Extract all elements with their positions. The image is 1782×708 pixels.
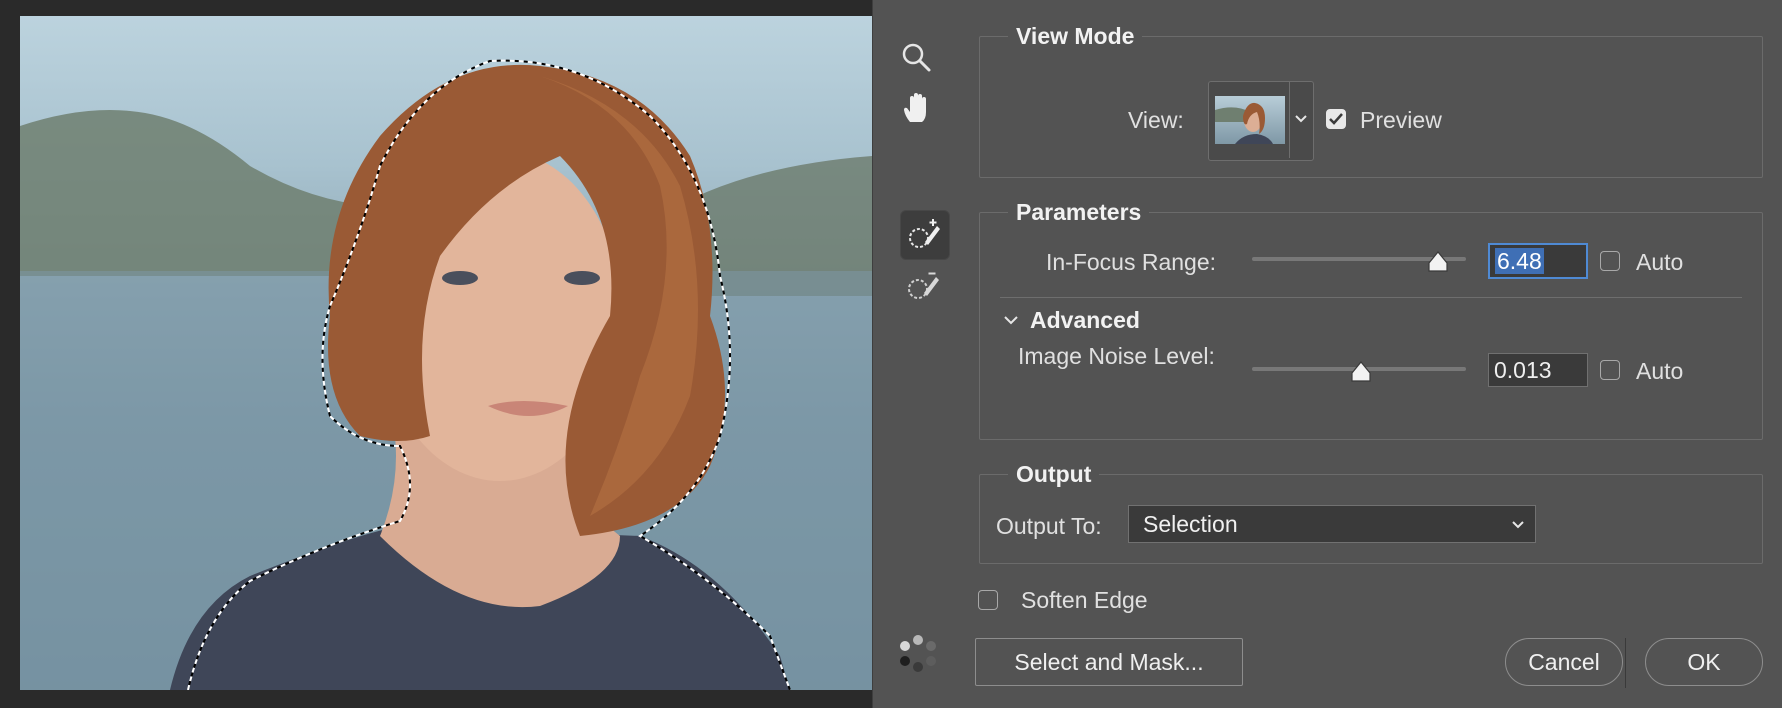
soften-edge-checkbox[interactable]	[978, 590, 998, 610]
select-and-mask-label: Select and Mask...	[1014, 648, 1204, 675]
focus-area-subtract-brush-icon	[908, 272, 939, 299]
ok-label: OK	[1687, 648, 1721, 675]
progress-spinner-icon	[900, 635, 936, 672]
output-legend: Output	[1008, 461, 1100, 488]
view-mode-legend: View Mode	[1008, 23, 1143, 50]
chevron-down-icon	[1512, 521, 1524, 529]
advanced-divider	[1000, 297, 1742, 298]
cancel-label: Cancel	[1528, 648, 1600, 675]
in-focus-range-label: In-Focus Range:	[1046, 249, 1217, 275]
image-noise-level-slider-thumb[interactable]	[1350, 361, 1372, 383]
focus-area-subtract-tool[interactable]	[900, 262, 948, 310]
select-and-mask-button[interactable]: Select and Mask...	[975, 638, 1243, 686]
view-label: View:	[1128, 107, 1184, 133]
noise-auto-label: Auto	[1636, 358, 1684, 384]
focus-area-dialog: View Mode View: Preview Parameters In-Fo…	[872, 0, 1782, 708]
chevron-down-icon	[1004, 316, 1018, 325]
output-to-value: Selection	[1143, 510, 1238, 537]
chevron-down-icon	[1295, 115, 1307, 123]
checkmark-icon	[1329, 113, 1343, 125]
ok-button[interactable]: OK	[1645, 638, 1763, 686]
image-noise-level-label: Image Noise Level:	[1018, 343, 1215, 369]
focus-area-add-brush-icon	[909, 219, 940, 248]
output-group: Output Output To: Selection	[979, 461, 1763, 564]
output-to-select[interactable]: Selection	[1128, 505, 1536, 543]
in-focus-auto-checkbox[interactable]	[1600, 251, 1620, 271]
in-focus-range-value: 6.48	[1495, 248, 1544, 274]
advanced-disclosure[interactable]: Advanced	[1002, 305, 1140, 335]
photo-illustration	[20, 59, 872, 690]
preview-checkbox[interactable]	[1326, 109, 1346, 129]
image-noise-level-input[interactable]: 0.013	[1488, 353, 1588, 387]
hand-tool[interactable]	[892, 84, 940, 132]
cancel-button[interactable]: Cancel	[1505, 638, 1623, 686]
image-noise-level-value: 0.013	[1494, 357, 1552, 383]
view-mode-picker[interactable]	[1208, 81, 1314, 161]
soften-edge-label: Soften Edge	[1021, 587, 1148, 613]
parameters-group: Parameters In-Focus Range: 6.48 Auto Adv…	[979, 199, 1763, 440]
in-focus-range-slider-thumb[interactable]	[1427, 251, 1449, 273]
output-to-label: Output To:	[996, 513, 1102, 539]
zoom-tool[interactable]	[892, 33, 940, 81]
noise-auto-checkbox[interactable]	[1600, 360, 1620, 380]
parameters-legend: Parameters	[1008, 199, 1150, 226]
in-focus-range-input[interactable]: 6.48	[1488, 243, 1588, 279]
portrait-photo[interactable]	[20, 16, 872, 690]
focus-area-add-tool[interactable]	[900, 210, 950, 260]
in-focus-auto-label: Auto	[1636, 249, 1684, 275]
view-thumbnail	[1215, 96, 1285, 144]
zoom-icon	[902, 43, 931, 72]
image-canvas[interactable]	[0, 0, 872, 708]
view-mode-group: View Mode View: Preview	[979, 23, 1763, 178]
hand-icon	[904, 93, 926, 122]
preview-label: Preview	[1360, 107, 1442, 133]
advanced-label: Advanced	[1030, 306, 1140, 333]
button-separator	[1625, 638, 1626, 688]
